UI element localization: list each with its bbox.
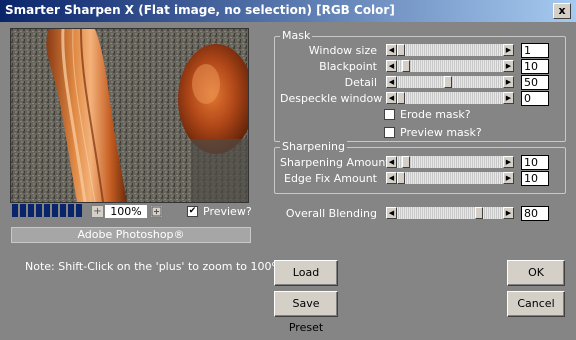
slider-thumb[interactable]: [397, 44, 405, 56]
zoom-level: 100%: [105, 205, 147, 218]
slider-right-arrow-icon[interactable]: ▶: [503, 76, 514, 88]
overall-blending-label: Overall Blending: [285, 207, 377, 220]
dialog-window: Smarter Sharpen X (Flat image, no select…: [0, 0, 576, 334]
close-button[interactable]: x: [553, 3, 571, 19]
progress-segment: [12, 204, 18, 217]
slider-right-arrow-icon[interactable]: ▶: [503, 172, 514, 184]
slider-track[interactable]: [397, 92, 503, 104]
blackpoint-label: Blackpoint: [319, 60, 377, 73]
slider-left-arrow-icon[interactable]: ◀: [386, 44, 397, 56]
slider-left-arrow-icon[interactable]: ◀: [386, 76, 397, 88]
progress-bar: [12, 204, 85, 217]
slider-thumb[interactable]: [397, 172, 405, 184]
blackpoint-slider[interactable]: ◀ ▶: [386, 60, 514, 72]
edge-fix-slider[interactable]: ◀ ▶: [386, 172, 514, 184]
overall-blending-slider[interactable]: ◀ ▶: [386, 207, 514, 219]
erode-mask-checkbox[interactable]: [384, 109, 395, 120]
slider-right-arrow-icon[interactable]: ▶: [503, 44, 514, 56]
progress-segment: [28, 204, 34, 217]
slider-thumb[interactable]: [475, 207, 483, 219]
note-text: Note: Shift-Click on the 'plus' to zoom …: [25, 260, 282, 273]
preview-mask-checkbox[interactable]: [384, 127, 395, 138]
slider-left-arrow-icon[interactable]: ◀: [386, 60, 397, 72]
progress-segment: [36, 204, 42, 217]
progress-segment: [68, 204, 74, 217]
erode-mask-label: Erode mask?: [400, 108, 471, 121]
detail-label: Detail: [344, 76, 377, 89]
slider-track[interactable]: [397, 156, 503, 168]
blackpoint-input[interactable]: 10: [521, 59, 549, 74]
host-app-label: Adobe Photoshop®: [11, 227, 251, 243]
sharpening-amount-label: Sharpening Amount: [280, 156, 390, 169]
zoom-plus-icon: [151, 206, 162, 217]
slider-left-arrow-icon[interactable]: ◀: [386, 92, 397, 104]
zoom-in-button[interactable]: [150, 205, 163, 218]
slider-right-arrow-icon[interactable]: ▶: [503, 156, 514, 168]
slider-track[interactable]: [397, 172, 503, 184]
window-size-slider[interactable]: ◀ ▶: [386, 44, 514, 56]
preview-photo: [11, 29, 248, 202]
slider-track[interactable]: [397, 44, 503, 56]
slider-left-arrow-icon[interactable]: ◀: [386, 156, 397, 168]
title-bar[interactable]: Smarter Sharpen X (Flat image, no select…: [0, 0, 576, 22]
load-preset-button[interactable]: Load Preset: [274, 260, 338, 303]
progress-segment: [76, 204, 82, 217]
slider-track[interactable]: [397, 60, 503, 72]
slider-right-arrow-icon[interactable]: ▶: [503, 92, 514, 104]
preview-image[interactable]: [10, 28, 249, 203]
sharpening-amount-slider[interactable]: ◀ ▶: [386, 156, 514, 168]
overall-blending-input[interactable]: 80: [521, 206, 549, 221]
window-size-label: Window size: [308, 44, 377, 57]
ok-button[interactable]: OK: [507, 260, 565, 286]
preview-checkbox[interactable]: ✔: [187, 206, 198, 217]
slider-right-arrow-icon[interactable]: ▶: [503, 207, 514, 219]
slider-track[interactable]: [397, 207, 503, 219]
progress-segment: [20, 204, 26, 217]
progress-segment: [60, 204, 66, 217]
save-preset-button[interactable]: Save Preset: [274, 291, 338, 334]
slider-thumb[interactable]: [397, 92, 405, 104]
window-title: Smarter Sharpen X (Flat image, no select…: [5, 3, 395, 17]
mask-group-title: Mask: [280, 29, 313, 42]
progress-segment: [44, 204, 50, 217]
zoom-out-button[interactable]: +: [91, 205, 104, 218]
slider-right-arrow-icon[interactable]: ▶: [503, 60, 514, 72]
cancel-button[interactable]: Cancel: [507, 291, 565, 317]
slider-left-arrow-icon[interactable]: ◀: [386, 207, 397, 219]
preview-mask-label: Preview mask?: [400, 126, 482, 139]
slider-thumb[interactable]: [444, 76, 452, 88]
sharpening-group-title: Sharpening: [280, 140, 347, 153]
preview-label: Preview?: [203, 205, 252, 218]
detail-input[interactable]: 50: [521, 75, 549, 90]
slider-thumb[interactable]: [402, 60, 410, 72]
despeckle-input[interactable]: 0: [521, 91, 549, 106]
slider-thumb[interactable]: [402, 156, 410, 168]
edge-fix-label: Edge Fix Amount: [284, 172, 377, 185]
edge-fix-input[interactable]: 10: [521, 171, 549, 186]
progress-segment: [52, 204, 58, 217]
despeckle-label: Despeckle window: [280, 92, 383, 105]
despeckle-slider[interactable]: ◀ ▶: [386, 92, 514, 104]
detail-slider[interactable]: ◀ ▶: [386, 76, 514, 88]
window-size-input[interactable]: 1: [521, 43, 549, 58]
slider-left-arrow-icon[interactable]: ◀: [386, 172, 397, 184]
sharpening-amount-input[interactable]: 10: [521, 155, 549, 170]
